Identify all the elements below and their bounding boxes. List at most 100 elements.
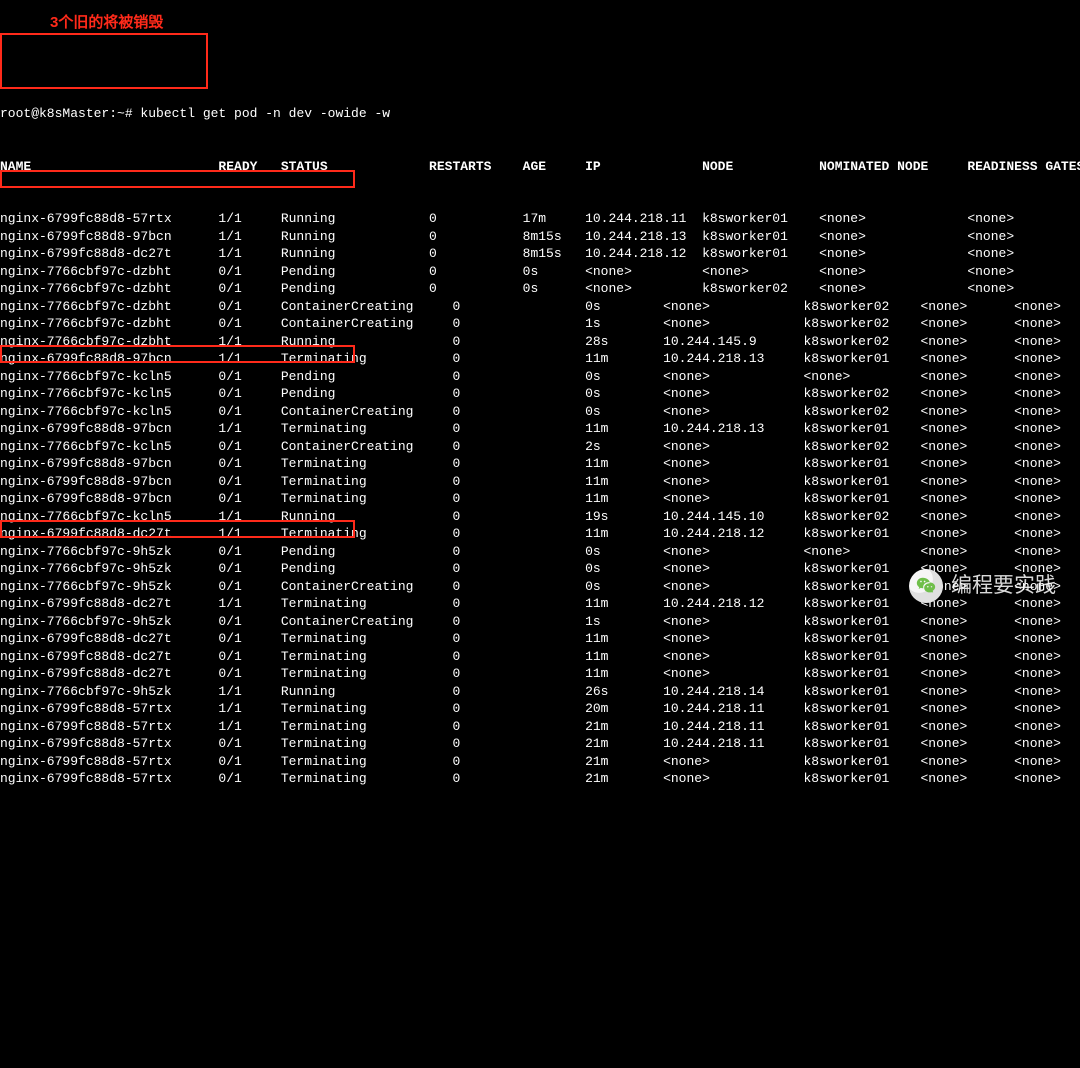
pod-ip: 10.244.218.13 [663, 420, 803, 438]
pod-age: 11m [585, 595, 663, 613]
pod-status: Running [281, 245, 429, 263]
pod-nominated: <none> [819, 210, 967, 228]
pod-nominated: <none> [921, 438, 1015, 456]
pod-ip: 10.244.218.11 [663, 718, 803, 736]
pod-ready: 0/1 [218, 315, 280, 333]
pod-nominated: <none> [921, 700, 1015, 718]
pod-readiness: <none> [967, 280, 1053, 298]
pod-age: 26s [585, 683, 663, 701]
pod-readiness: <none> [967, 263, 1053, 281]
pod-nominated: <none> [819, 280, 967, 298]
pod-nominated: <none> [921, 508, 1015, 526]
pod-name: nginx-6799fc88d8-dc27t [0, 665, 218, 683]
pod-age: 20m [585, 700, 663, 718]
pod-ip: 10.244.218.12 [663, 525, 803, 543]
pod-ready: 1/1 [218, 210, 280, 228]
col-restarts: RESTARTS [429, 158, 523, 176]
pod-status: ContainerCreating [281, 315, 453, 333]
pod-readiness: <none> [1014, 298, 1076, 316]
pod-readiness: <none> [1014, 665, 1076, 683]
pod-node: k8sworker01 [803, 718, 920, 736]
pod-ready: 0/1 [218, 578, 280, 596]
pod-node: <none> [702, 263, 819, 281]
pod-name: nginx-7766cbf97c-9h5zk [0, 543, 218, 561]
pod-node: k8sworker02 [803, 508, 920, 526]
pod-restarts: 0 [452, 700, 585, 718]
table-row: nginx-6799fc88d8-dc27t1/1Running08m15s10… [0, 245, 1080, 263]
pod-nominated: <none> [921, 735, 1015, 753]
table-row: nginx-7766cbf97c-dzbht1/1Running028s10.2… [0, 333, 1080, 351]
pod-ip: 10.244.145.9 [663, 333, 803, 351]
table-row: nginx-6799fc88d8-dc27t1/1Terminating011m… [0, 525, 1080, 543]
pod-restarts: 0 [452, 578, 585, 596]
pod-ready: 1/1 [218, 333, 280, 351]
pod-readiness: <none> [1014, 718, 1076, 736]
pod-node: k8sworker01 [803, 455, 920, 473]
annotation-text: 3个旧的将被销毁 [50, 14, 163, 32]
table-row: nginx-7766cbf97c-dzbht0/1ContainerCreati… [0, 315, 1080, 333]
pod-restarts: 0 [452, 350, 585, 368]
pod-name: nginx-6799fc88d8-dc27t [0, 245, 218, 263]
pod-ip: 10.244.218.14 [663, 683, 803, 701]
pod-nominated: <none> [921, 683, 1015, 701]
pod-age: 21m [585, 735, 663, 753]
pod-restarts: 0 [452, 403, 585, 421]
pod-status: Pending [281, 263, 429, 281]
pod-status: Terminating [281, 735, 453, 753]
table-row: nginx-6799fc88d8-97bcn0/1Terminating011m… [0, 473, 1080, 491]
pod-name: nginx-6799fc88d8-97bcn [0, 455, 218, 473]
table-row: nginx-7766cbf97c-dzbht0/1Pending00s<none… [0, 263, 1080, 281]
pod-name: nginx-6799fc88d8-97bcn [0, 490, 218, 508]
table-row: nginx-6799fc88d8-97bcn1/1Terminating011m… [0, 350, 1080, 368]
pod-ready: 0/1 [218, 735, 280, 753]
pod-ready: 0/1 [218, 613, 280, 631]
pod-name: nginx-6799fc88d8-dc27t [0, 525, 218, 543]
pod-node: k8sworker01 [803, 420, 920, 438]
pod-restarts: 0 [452, 560, 585, 578]
pod-node: k8sworker02 [702, 280, 819, 298]
pod-ip: <none> [663, 665, 803, 683]
pod-restarts: 0 [429, 210, 523, 228]
col-name: NAME [0, 158, 218, 176]
pod-nominated: <none> [921, 665, 1015, 683]
table-row: nginx-7766cbf97c-kcln50/1ContainerCreati… [0, 438, 1080, 456]
pod-age: 0s [585, 560, 663, 578]
pod-age: 11m [585, 648, 663, 666]
pod-ip: 10.244.218.13 [585, 228, 702, 246]
pod-node: k8sworker02 [803, 438, 920, 456]
pod-name: nginx-7766cbf97c-9h5zk [0, 578, 218, 596]
pod-age: 28s [585, 333, 663, 351]
pod-node: k8sworker01 [803, 753, 920, 771]
table-row: nginx-7766cbf97c-9h5zk0/1Pending00s<none… [0, 543, 1080, 561]
pod-node: k8sworker01 [702, 245, 819, 263]
pod-nominated: <none> [921, 525, 1015, 543]
pod-name: nginx-6799fc88d8-97bcn [0, 350, 218, 368]
pod-name: nginx-6799fc88d8-57rtx [0, 718, 218, 736]
pod-age: 21m [585, 718, 663, 736]
pod-node: k8sworker01 [803, 595, 920, 613]
terminal-output[interactable]: root@k8sMaster:~# kubectl get pod -n dev… [0, 70, 1080, 805]
pod-ip: <none> [585, 280, 702, 298]
pod-restarts: 0 [452, 490, 585, 508]
pod-name: nginx-7766cbf97c-9h5zk [0, 613, 218, 631]
pod-restarts: 0 [429, 280, 523, 298]
pod-age: 19s [585, 508, 663, 526]
pod-name: nginx-6799fc88d8-57rtx [0, 735, 218, 753]
pod-ready: 1/1 [218, 683, 280, 701]
pod-ip: <none> [663, 473, 803, 491]
pod-name: nginx-6799fc88d8-dc27t [0, 648, 218, 666]
pod-readiness: <none> [1014, 753, 1076, 771]
pod-name: nginx-6799fc88d8-57rtx [0, 770, 218, 788]
table-row: nginx-6799fc88d8-57rtx1/1Terminating021m… [0, 718, 1080, 736]
pod-status: Terminating [281, 490, 453, 508]
pod-nominated: <none> [819, 228, 967, 246]
col-ip: IP [585, 158, 702, 176]
pod-ready: 0/1 [218, 438, 280, 456]
pod-age: 21m [585, 770, 663, 788]
pod-nominated: <none> [921, 350, 1015, 368]
pod-node: k8sworker02 [803, 333, 920, 351]
pod-restarts: 0 [429, 228, 523, 246]
pod-readiness: <none> [1014, 473, 1076, 491]
pod-restarts: 0 [452, 333, 585, 351]
pod-node: k8sworker01 [702, 228, 819, 246]
